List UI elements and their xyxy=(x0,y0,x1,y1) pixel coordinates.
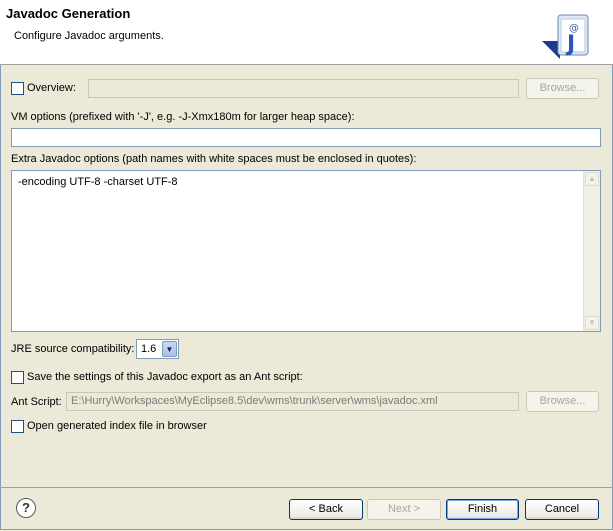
save-ant-label: Save the settings of this Javadoc export… xyxy=(27,371,303,383)
header-separator xyxy=(0,64,613,65)
vm-options-label: VM options (prefixed with '-J', e.g. -J-… xyxy=(11,111,355,123)
finish-button[interactable]: Finish xyxy=(446,499,519,520)
page-title: Javadoc Generation xyxy=(6,6,131,21)
page-subtitle: Configure Javadoc arguments. xyxy=(14,30,164,42)
vm-options-input[interactable] xyxy=(11,128,601,147)
scroll-down-arrow-icon[interactable]: ▼ xyxy=(585,316,599,330)
overview-checkbox[interactable] xyxy=(11,82,24,95)
footer-separator xyxy=(0,487,613,488)
ant-script-label: Ant Script: xyxy=(11,396,62,408)
next-button: Next > xyxy=(367,499,441,520)
extra-options-textarea[interactable]: -encoding UTF-8 -charset UTF-8 ▲ ▼ xyxy=(11,170,601,332)
svg-text:J: J xyxy=(565,32,575,57)
javadoc-wizard-icon: @ J xyxy=(542,14,589,59)
ant-script-browse-button: Browse... xyxy=(526,391,599,412)
save-ant-checkbox[interactable] xyxy=(11,371,24,384)
chevron-down-icon[interactable]: ▼ xyxy=(162,341,177,357)
cancel-button[interactable]: Cancel xyxy=(525,499,599,520)
help-icon[interactable]: ? xyxy=(16,498,36,518)
overview-label: Overview: xyxy=(27,82,76,94)
open-index-label: Open generated index file in browser xyxy=(27,420,207,432)
scroll-up-arrow-icon[interactable]: ▲ xyxy=(585,172,599,186)
wizard-header: Javadoc Generation Configure Javadoc arg… xyxy=(0,0,613,64)
back-button[interactable]: < Back xyxy=(289,499,363,520)
overview-path-input xyxy=(88,79,519,98)
jre-compat-value: 1.6 xyxy=(141,343,157,355)
overview-browse-button: Browse... xyxy=(526,78,599,99)
open-index-checkbox[interactable] xyxy=(11,420,24,433)
extra-options-label: Extra Javadoc options (path names with w… xyxy=(11,153,417,165)
ant-script-input: E:\Hurry\Workspaces\MyEclipse8.5\dev\wms… xyxy=(66,392,519,411)
extra-options-scrollbar[interactable]: ▲ ▼ xyxy=(583,171,600,331)
extra-options-text: -encoding UTF-8 -charset UTF-8 xyxy=(18,176,178,188)
jre-compat-select[interactable]: 1.6 ▼ xyxy=(136,339,179,359)
jre-compat-label: JRE source compatibility: xyxy=(11,343,135,355)
